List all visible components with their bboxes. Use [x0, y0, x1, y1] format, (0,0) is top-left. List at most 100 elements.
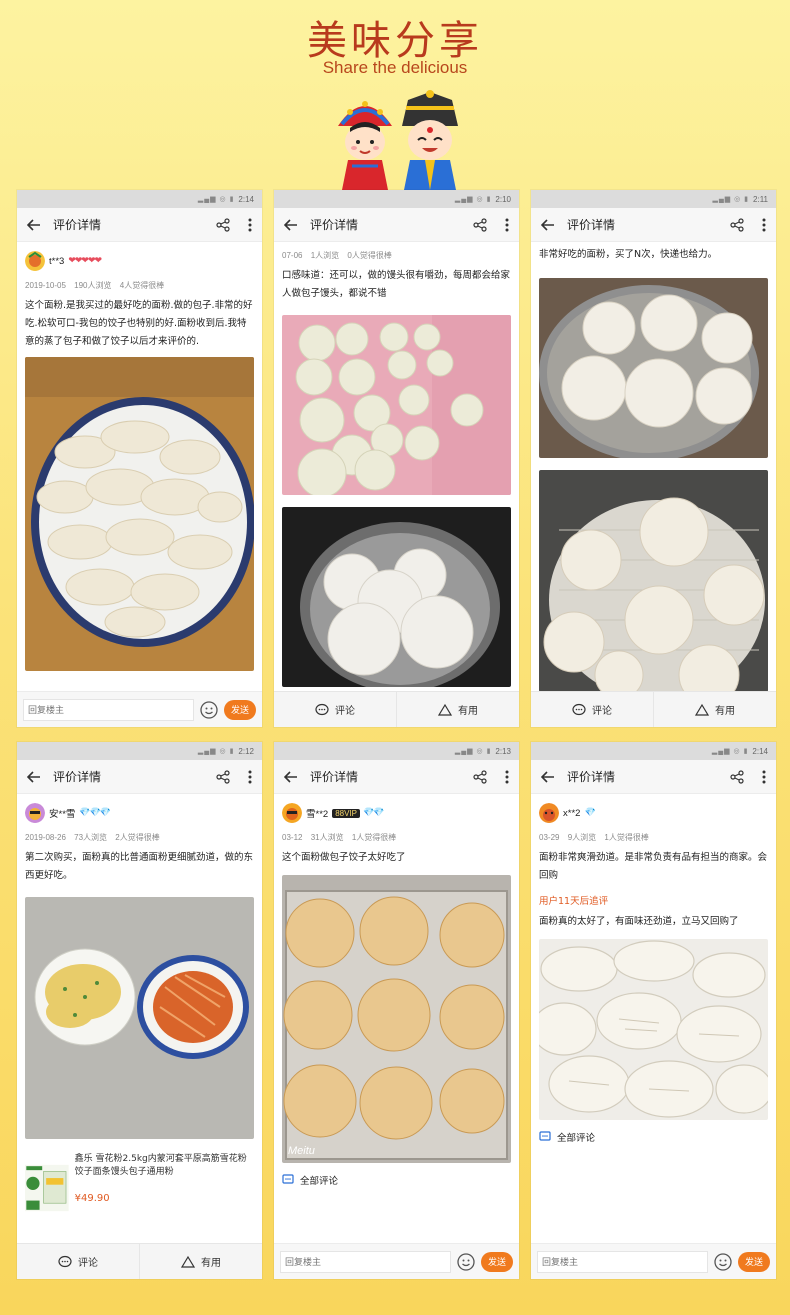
comment-button[interactable]: 评论: [17, 1244, 139, 1279]
review-photo-buns-steamer[interactable]: [539, 278, 768, 458]
review-photo-buns-cloth[interactable]: [539, 470, 768, 692]
useful-button[interactable]: 有用: [653, 692, 776, 727]
view-count: 73人浏览: [74, 833, 108, 842]
comment-label: 评论: [78, 1258, 98, 1269]
avatar: [25, 251, 45, 271]
status-time: 2:14: [238, 194, 254, 204]
all-comments-link[interactable]: 全部评论: [539, 1130, 768, 1144]
review-text: 第二次购买，面粉真的比普通面粉更细腻劲道，做的东西更好吃。: [25, 852, 254, 881]
comment-button[interactable]: 评论: [531, 692, 653, 727]
like-count: 4人觉得很棒: [119, 281, 165, 290]
signal-icon: ▂▄▆ ◎ ▮: [711, 748, 749, 755]
nav-title: 评价详情: [53, 770, 102, 784]
status-time: 2:12: [238, 746, 254, 756]
level-badges: 💎💎💎: [79, 808, 111, 818]
useful-label: 有用: [201, 1258, 221, 1269]
emoji-icon[interactable]: [200, 700, 218, 719]
user-row: t**3 ❤❤❤❤❤: [25, 246, 254, 276]
share-icon[interactable]: [473, 769, 487, 784]
send-button[interactable]: 发送: [738, 1251, 770, 1272]
nav-bar: 评价详情: [274, 760, 519, 794]
review-meta: 03-12 31人浏览 1人觉得很棒: [282, 832, 511, 843]
review-photo-baked-buns[interactable]: Meitu: [282, 875, 511, 1163]
nav-title: 评价详情: [53, 218, 102, 232]
review-card-1: ▂▄▆ ◎ ▮ 2:14 评价详情 t**3 ❤❤❤❤❤ 2019-10-05 …: [17, 190, 262, 727]
view-count: 190人浏览: [74, 281, 112, 290]
signal-icon: ▂▄▆ ◎ ▮: [454, 748, 492, 755]
back-arrow-icon[interactable]: [541, 218, 555, 232]
product-card[interactable]: 鑫乐 雪花粉2.5kg内蒙河套平原高筋雪花粉饺子面条馒头包子通用粉 ¥49.90: [25, 1153, 254, 1227]
useful-label: 有用: [458, 706, 478, 717]
comment-button[interactable]: 评论: [274, 692, 396, 727]
share-icon[interactable]: [730, 217, 744, 232]
emoji-icon[interactable]: [714, 1252, 732, 1271]
triangle-icon: [181, 1255, 195, 1268]
view-count: 31人浏览: [310, 833, 344, 842]
review-date: 2019-08-26: [25, 833, 66, 842]
all-comments-link[interactable]: 全部评论: [282, 1173, 511, 1187]
level-badges: 💎💎: [362, 808, 384, 818]
emoji-icon[interactable]: [457, 1252, 475, 1271]
photo-watermark: Meitu: [288, 1145, 315, 1157]
review-text: 口感味道：还可以，做的馒头很有嚼劲，每周都会给家人做包子馒头，都说不错: [282, 270, 511, 299]
review-photo-omelette[interactable]: [25, 897, 254, 1139]
review-card-6: ▂▄▆ ◎ ▮ 2:14 评价详情 x**2 💎 03-29 9人浏览 1人觉得…: [531, 742, 776, 1279]
status-bar: ▂▄▆ ◎ ▮ 2:14: [531, 742, 776, 760]
username: x**2: [563, 807, 581, 819]
more-icon[interactable]: [505, 218, 509, 232]
reply-input[interactable]: [280, 1250, 451, 1273]
review-photo-dumplings[interactable]: [25, 357, 254, 671]
back-arrow-icon[interactable]: [27, 218, 41, 232]
status-bar: ▂▄▆ ◎ ▮ 2:14: [17, 190, 262, 208]
vip-badge: 88VIP: [332, 808, 360, 818]
share-icon[interactable]: [730, 769, 744, 784]
username: 安**雪: [49, 809, 76, 820]
review-photo-steamed-dumplings[interactable]: [539, 939, 768, 1120]
comment-icon: [315, 703, 329, 715]
reply-input[interactable]: [23, 698, 194, 721]
back-arrow-icon[interactable]: [284, 218, 298, 232]
product-price: ¥49.90: [74, 1193, 110, 1204]
comment-label: 评论: [335, 706, 355, 717]
like-count: 1人觉得很棒: [351, 833, 397, 842]
more-icon[interactable]: [505, 770, 509, 784]
user-row: 雪**2 88VIP 💎💎: [282, 798, 511, 828]
send-button[interactable]: 发送: [224, 699, 256, 720]
reply-bar: 发送: [531, 1243, 776, 1279]
nav-bar: 评价详情: [531, 760, 776, 794]
reply-bar: 发送: [17, 691, 262, 727]
share-icon[interactable]: [216, 769, 230, 784]
useful-button[interactable]: 有用: [139, 1244, 262, 1279]
like-count: 0人觉得很棒: [347, 251, 392, 260]
review-card-3: ▂▄▆ ◎ ▮ 2:11 评价详情 非常好吃的面粉，买了N次，快递也给力。 评论…: [531, 190, 776, 727]
level-badges: 💎: [584, 808, 595, 818]
reply-bar: 发送: [274, 1243, 519, 1279]
more-icon[interactable]: [762, 218, 766, 232]
signal-icon: ▂▄▆ ◎ ▮: [712, 196, 750, 203]
nav-title: 评价详情: [310, 218, 359, 232]
send-button[interactable]: 发送: [481, 1251, 513, 1272]
more-icon[interactable]: [248, 218, 252, 232]
back-arrow-icon[interactable]: [284, 770, 298, 784]
avatar: [282, 803, 302, 823]
review-date: 03-29: [539, 833, 560, 842]
back-arrow-icon[interactable]: [541, 770, 555, 784]
back-arrow-icon[interactable]: [27, 770, 41, 784]
signal-icon: ▂▄▆ ◎ ▮: [454, 196, 492, 203]
useful-label: 有用: [715, 706, 735, 717]
share-icon[interactable]: [216, 217, 230, 232]
reply-input[interactable]: [537, 1250, 708, 1273]
review-text: 面粉非常爽滑劲道。是非常负责有品有担当的商家。会回购: [539, 852, 768, 881]
followup-tag: 用户11天后追评: [539, 896, 609, 907]
status-bar: ▂▄▆ ◎ ▮ 2:13: [274, 742, 519, 760]
comment-icon: [58, 1255, 72, 1267]
nav-title: 评价详情: [567, 770, 616, 784]
review-photo-dough-balls[interactable]: [282, 315, 511, 495]
review-text: 非常好吃的面粉，买了N次，快递也给力。: [539, 249, 718, 260]
more-icon[interactable]: [248, 770, 252, 784]
share-icon[interactable]: [473, 217, 487, 232]
product-image: [25, 1164, 69, 1212]
review-photo-steamed-buns[interactable]: [282, 507, 511, 687]
more-icon[interactable]: [762, 770, 766, 784]
useful-button[interactable]: 有用: [396, 692, 519, 727]
